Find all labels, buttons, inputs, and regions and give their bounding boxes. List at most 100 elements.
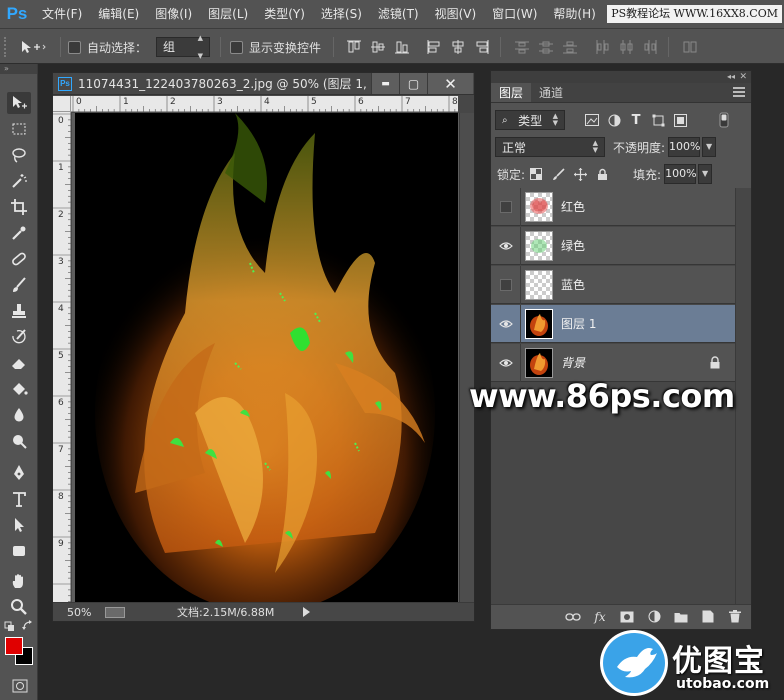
tab-channels[interactable]: 通道 — [531, 83, 571, 102]
adjustment-icon[interactable] — [646, 609, 662, 625]
blend-mode-dropdown[interactable]: 正常 ▲ ▼ — [495, 137, 605, 157]
ruler-origin[interactable] — [53, 96, 71, 112]
menu-select[interactable]: 选择(S) — [313, 0, 370, 28]
magic-wand-tool[interactable] — [7, 170, 31, 192]
distribute-bottom-icon[interactable] — [562, 39, 578, 55]
menu-edit[interactable]: 编辑(E) — [90, 0, 147, 28]
filter-smart-object-icon[interactable] — [672, 112, 688, 128]
menu-layer[interactable]: 图层(L) — [200, 0, 256, 28]
menu-type[interactable]: 类型(Y) — [256, 0, 313, 28]
eyedropper-tool[interactable] — [7, 222, 31, 244]
show-transform-option[interactable]: 显示变换控件 — [230, 29, 321, 65]
show-transform-checkbox[interactable] — [230, 40, 243, 54]
lasso-tool[interactable] — [7, 144, 31, 166]
auto-select-option[interactable]: 自动选择： — [68, 29, 147, 65]
vertical-scrollbar[interactable] — [459, 113, 474, 602]
visibility-toggle[interactable] — [491, 343, 521, 382]
folder-icon[interactable] — [673, 609, 689, 625]
menu-help[interactable]: 帮助(H) — [545, 0, 603, 28]
align-right-icon[interactable] — [474, 39, 490, 55]
brush-tool[interactable] — [7, 274, 31, 296]
menu-window[interactable]: 窗口(W) — [484, 0, 545, 28]
options-grip[interactable] — [4, 37, 8, 57]
filter-toggle-icon[interactable] — [716, 112, 732, 128]
layer-1[interactable]: 图层 1 — [491, 304, 735, 343]
filter-type-icon[interactable]: T — [628, 112, 644, 128]
menu-filter[interactable]: 滤镜(T) — [370, 0, 427, 28]
distribute-right-icon[interactable] — [642, 39, 658, 55]
panel-menu-icon[interactable] — [733, 87, 745, 99]
lock-all-icon[interactable] — [594, 166, 610, 182]
auto-select-dropdown[interactable]: 组 ▲ ▼ — [156, 34, 210, 60]
menu-file[interactable]: 文件(F) — [34, 0, 90, 28]
foreground-color[interactable] — [5, 637, 23, 655]
hand-tool[interactable] — [7, 570, 31, 592]
distribute-top-icon[interactable] — [514, 39, 530, 55]
swap-colors-icon[interactable] — [22, 620, 34, 632]
menu-view[interactable]: 视图(V) — [427, 0, 485, 28]
eraser-tool[interactable] — [7, 352, 31, 374]
align-vcenter-icon[interactable] — [370, 39, 386, 55]
shape-tool[interactable] — [7, 540, 31, 562]
lock-position-icon[interactable] — [572, 166, 588, 182]
document-tab[interactable]: Ps 11074431_122403780263_2.jpg @ 50% (图层… — [53, 73, 474, 95]
tool-preset-picker[interactable] — [18, 29, 46, 65]
filter-shape-icon[interactable] — [650, 112, 666, 128]
align-left-icon[interactable] — [426, 39, 442, 55]
panel-header[interactable]: ◂◂ ✕ — [491, 71, 751, 83]
marquee-tool[interactable] — [7, 118, 31, 140]
dodge-tool[interactable] — [7, 430, 31, 452]
layer-list-scrollbar[interactable] — [735, 188, 751, 604]
menu-image[interactable]: 图像(I) — [147, 0, 200, 28]
zoom-tool[interactable] — [7, 596, 31, 618]
auto-align-icon[interactable] — [682, 39, 698, 55]
align-bottom-icon[interactable] — [394, 39, 410, 55]
lock-transparent-icon[interactable] — [528, 166, 544, 182]
visibility-toggle[interactable] — [491, 265, 521, 304]
close-button[interactable]: ✕ — [427, 73, 473, 94]
visibility-toggle[interactable] — [491, 187, 521, 226]
visibility-toggle[interactable] — [491, 226, 521, 265]
type-tool[interactable] — [7, 488, 31, 510]
filter-adjustment-icon[interactable] — [606, 112, 622, 128]
paint-bucket-tool[interactable] — [7, 378, 31, 400]
horizontal-ruler[interactable]: 0 1 2 3 4 5 6 7 8 — [71, 96, 458, 112]
align-hcenter-icon[interactable] — [450, 39, 466, 55]
canvas-area[interactable] — [72, 113, 459, 602]
distribute-hcenter-icon[interactable] — [618, 39, 634, 55]
history-brush-tool[interactable] — [7, 326, 31, 348]
distribute-left-icon[interactable] — [594, 39, 610, 55]
status-toggle-icon[interactable] — [105, 606, 125, 618]
fx-icon[interactable]: fx — [592, 609, 608, 625]
link-icon[interactable] — [565, 609, 581, 625]
zoom-level[interactable]: 50% — [67, 606, 103, 619]
new-layer-icon[interactable] — [700, 609, 716, 625]
align-top-icon[interactable] — [346, 39, 362, 55]
quick-mask-icon[interactable] — [12, 678, 28, 694]
layer-green[interactable]: 绿色 — [491, 226, 735, 265]
mask-icon[interactable] — [619, 609, 635, 625]
fill-input[interactable]: 100% — [664, 164, 697, 184]
maximize-button[interactable]: ▢ — [399, 73, 427, 94]
layer-red[interactable]: 红色 — [491, 187, 735, 226]
vertical-ruler[interactable]: 0 1 2 3 4 5 6 7 8 9 — [53, 112, 71, 602]
panel-collapse-icon[interactable]: ◂◂ — [727, 71, 735, 83]
opacity-input[interactable]: 100% — [668, 137, 701, 157]
filter-pixel-icon[interactable] — [584, 112, 600, 128]
default-colors-icon[interactable] — [4, 621, 16, 633]
blur-tool[interactable] — [7, 404, 31, 426]
auto-select-checkbox[interactable] — [68, 40, 81, 54]
layer-blue[interactable]: 蓝色 — [491, 265, 735, 304]
distribute-vcenter-icon[interactable] — [538, 39, 554, 55]
lock-image-icon[interactable] — [550, 166, 566, 182]
clone-stamp-tool[interactable] — [7, 300, 31, 322]
path-select-tool[interactable] — [7, 514, 31, 536]
pen-tool[interactable] — [7, 462, 31, 484]
crop-tool[interactable] — [7, 196, 31, 218]
trash-icon[interactable] — [727, 609, 743, 625]
move-tool[interactable] — [7, 92, 31, 114]
panel-close-icon[interactable]: ✕ — [739, 71, 747, 83]
fill-dropdown-icon[interactable]: ▼ — [698, 164, 713, 184]
status-menu-arrow-icon[interactable] — [303, 607, 310, 617]
tools-collapse[interactable]: » — [0, 64, 37, 74]
